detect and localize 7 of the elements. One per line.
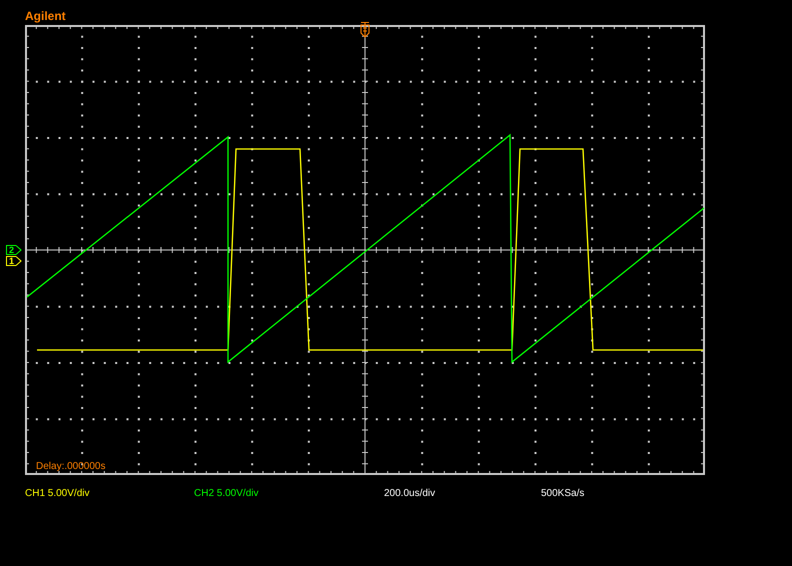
brand-logo: Agilent bbox=[25, 9, 66, 25]
channel-scale: CH2 5.00V/div bbox=[194, 488, 260, 499]
timebase-readout: 200.0us/div bbox=[384, 488, 436, 499]
sample-rate-readout: 500KSa/s bbox=[541, 488, 586, 499]
channel-scale: CH1 5.00V/div bbox=[25, 488, 90, 499]
delay-readout: Delay:.000000s bbox=[36, 461, 106, 472]
trigger-marker-icon bbox=[360, 22, 370, 39]
